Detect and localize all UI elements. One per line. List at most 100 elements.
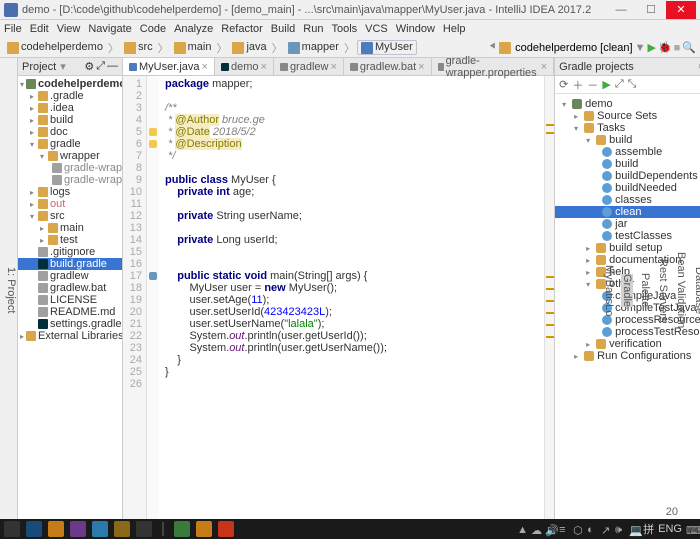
- tool-gradle[interactable]: Gradle: [621, 274, 633, 307]
- gradle-task-selected[interactable]: clean: [555, 206, 700, 218]
- menubar: File Edit View Navigate Code Analyze Ref…: [0, 20, 700, 38]
- folder-icon: [596, 135, 606, 145]
- window-title: demo - [D:\code\github\codehelperdemo] -…: [22, 4, 606, 16]
- close-icon[interactable]: ×: [202, 61, 208, 73]
- debug-icon[interactable]: 🐞: [658, 41, 672, 54]
- menu-analyze[interactable]: Analyze: [174, 23, 213, 35]
- minus-icon[interactable]: －: [587, 77, 598, 93]
- tray-icon[interactable]: ⌨: [686, 524, 696, 534]
- tray-icon[interactable]: ↗: [601, 524, 611, 534]
- folder-icon: [584, 351, 594, 361]
- menu-build[interactable]: Build: [271, 23, 295, 35]
- tray-icon[interactable]: ▲: [517, 524, 527, 534]
- folder-icon: [38, 115, 48, 125]
- system-tray[interactable]: ▲ ☁ 🔊 ≡ ⬡ ◐ ↗ 🕪 💻 拼 ENG ⌨: [517, 521, 696, 537]
- taskbar-app-icon[interactable]: [4, 521, 20, 537]
- tray-icon[interactable]: ◐: [587, 524, 597, 534]
- folder-icon: [38, 139, 48, 149]
- tool-bean[interactable]: Bean Validation: [675, 252, 687, 328]
- tree-item-selected[interactable]: build.gradle: [18, 258, 122, 270]
- gear-icon[interactable]: ⚙: [84, 60, 94, 73]
- gradle-header: Gradle projects⚙—: [555, 58, 700, 76]
- taskbar-app-icon[interactable]: [70, 521, 86, 537]
- run-config-selector[interactable]: codehelperdemo [clean]: [515, 42, 632, 54]
- tray-icon[interactable]: ⬡: [573, 524, 583, 534]
- breadcrumb-main[interactable]: main: [171, 40, 215, 54]
- close-button[interactable]: ✕: [666, 1, 696, 19]
- menu-navigate[interactable]: Navigate: [88, 23, 131, 35]
- gradle-icon: [38, 259, 48, 269]
- titlebar: demo - [D:\code\github\codehelperdemo] -…: [0, 0, 700, 20]
- refresh-icon[interactable]: ⟳: [559, 78, 568, 91]
- minimize-button[interactable]: —: [606, 1, 636, 19]
- tool-rest[interactable]: Rest Servers: [657, 259, 669, 323]
- stop-icon[interactable]: ■: [674, 42, 681, 54]
- tab-demo[interactable]: demo×: [215, 58, 274, 75]
- breadcrumb-root[interactable]: codehelperdemo: [4, 40, 106, 54]
- breadcrumb-java[interactable]: java: [229, 40, 269, 54]
- task-icon: [602, 219, 612, 229]
- task-icon: [602, 207, 612, 217]
- project-tree[interactable]: ▾codehelperdemo [demo] ▸.gradle ▸.idea ▸…: [18, 76, 122, 519]
- taskbar-app-icon[interactable]: [196, 521, 212, 537]
- tab-gradlewbat[interactable]: gradlew.bat×: [344, 58, 432, 75]
- folder-icon: [38, 187, 48, 197]
- menu-window[interactable]: Window: [396, 23, 435, 35]
- warning-mark-icon[interactable]: [149, 140, 157, 148]
- maximize-button[interactable]: ☐: [636, 1, 666, 19]
- folder-icon: [596, 339, 606, 349]
- nav-arrow-left-icon[interactable]: ⯇: [488, 41, 497, 54]
- menu-refactor[interactable]: Refactor: [221, 23, 263, 35]
- tool-project[interactable]: 1: Project: [5, 267, 17, 313]
- plus-icon[interactable]: ＋: [572, 77, 583, 93]
- tray-icon[interactable]: 💻: [629, 524, 639, 534]
- file-icon: [38, 247, 48, 257]
- folder-icon: [232, 42, 244, 54]
- tray-icon[interactable]: ☁: [531, 524, 541, 534]
- expand-icon[interactable]: ⤢: [615, 78, 624, 91]
- breadcrumb-src[interactable]: src: [121, 40, 156, 54]
- tool-palette[interactable]: Palette: [639, 273, 651, 307]
- search-icon[interactable]: 🔍: [682, 41, 696, 54]
- menu-file[interactable]: File: [4, 23, 22, 35]
- taskbar-app-icon[interactable]: [26, 521, 42, 537]
- tool-database[interactable]: Database: [693, 267, 700, 314]
- tab-myuser[interactable]: MyUser.java×: [123, 58, 215, 75]
- tab-gradlew[interactable]: gradlew×: [274, 58, 344, 75]
- tab-props[interactable]: gradle-wrapper.properties×: [432, 58, 555, 75]
- menu-edit[interactable]: Edit: [30, 23, 49, 35]
- run-icon[interactable]: ▶: [647, 41, 655, 54]
- menu-tools[interactable]: Tools: [331, 23, 357, 35]
- taskbar-app-icon[interactable]: [48, 521, 64, 537]
- ime-indicator[interactable]: 拼: [643, 521, 654, 537]
- menu-help[interactable]: Help: [443, 23, 466, 35]
- hide-icon[interactable]: —: [107, 60, 118, 73]
- warning-mark-icon[interactable]: [149, 128, 157, 136]
- tray-icon[interactable]: 🔊: [545, 524, 555, 534]
- tray-icon[interactable]: 🕪: [615, 524, 625, 534]
- taskbar-app-icon[interactable]: [92, 521, 108, 537]
- breadcrumb-file[interactable]: MyUser: [357, 40, 417, 54]
- error-stripe[interactable]: [544, 76, 554, 519]
- collapse-icon[interactable]: ⤡: [628, 78, 637, 91]
- code-content[interactable]: package mapper; /** * @Author bruce.ge *…: [159, 76, 544, 519]
- folder-icon: [38, 211, 48, 221]
- run-icon[interactable]: ▶: [602, 78, 610, 91]
- breadcrumb-mapper[interactable]: mapper: [285, 40, 342, 54]
- taskbar-app-icon[interactable]: [136, 521, 152, 537]
- taskbar-app-icon[interactable]: [114, 521, 130, 537]
- lang-indicator[interactable]: ENG: [658, 523, 682, 535]
- menu-view[interactable]: View: [57, 23, 81, 35]
- windows-taskbar: ▲ ☁ 🔊 ≡ ⬡ ◐ ↗ 🕪 💻 拼 ENG ⌨: [0, 519, 700, 539]
- run-mark-icon[interactable]: [149, 272, 157, 280]
- collapse-icon[interactable]: ⤢: [96, 60, 105, 73]
- module-icon: [26, 79, 36, 89]
- tool-mybatis[interactable]: MyBatisLo: [603, 265, 615, 316]
- menu-vcs[interactable]: VCS: [365, 23, 388, 35]
- taskbar-app-icon[interactable]: [174, 521, 190, 537]
- taskbar-app-icon[interactable]: [218, 521, 234, 537]
- tray-icon[interactable]: ≡: [559, 524, 569, 534]
- menu-code[interactable]: Code: [140, 23, 166, 35]
- menu-run[interactable]: Run: [303, 23, 323, 35]
- code-area[interactable]: 1234567891011121314151617181920212223242…: [123, 76, 554, 519]
